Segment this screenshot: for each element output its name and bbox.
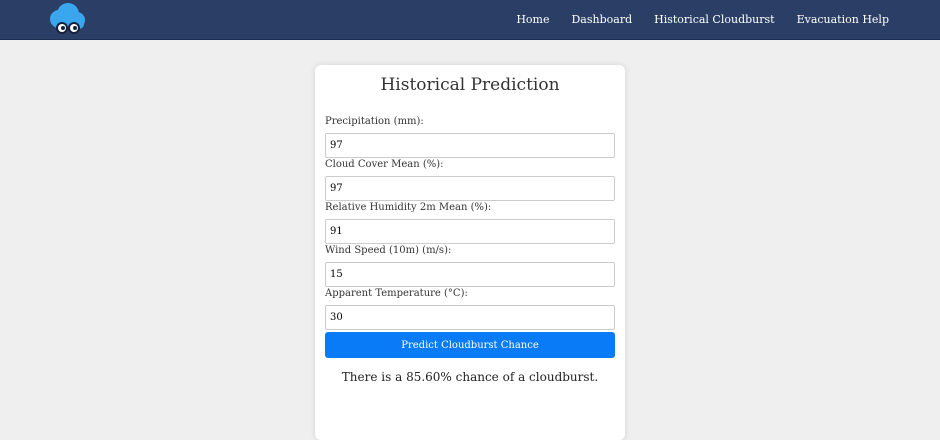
nav-link-evacuation-help[interactable]: Evacuation Help [786, 0, 940, 40]
predict-button[interactable]: Predict Cloudburst Chance [325, 332, 615, 358]
wind-speed-input[interactable] [325, 262, 615, 287]
precipitation-label: Precipitation (mm): [325, 116, 424, 127]
nav-link-historical-cloudburst[interactable]: Historical Cloudburst [643, 0, 785, 40]
nav-links: Home Dashboard Historical Cloudburst Eva… [505, 0, 940, 40]
humidity-field-group: Relative Humidity 2m Mean (%): [325, 202, 615, 244]
apparent-temperature-input[interactable] [325, 305, 615, 330]
cloud-logo-icon[interactable] [44, 2, 90, 36]
wind-speed-label: Wind Speed (10m) (m/s): [325, 245, 452, 256]
wind-speed-field-group: Wind Speed (10m) (m/s): [325, 245, 615, 287]
cloud-cover-label: Cloud Cover Mean (%): [325, 159, 444, 170]
apparent-temperature-field-group: Apparent Temperature (°C): [325, 288, 615, 330]
prediction-result: There is a 85.60% chance of a cloudburst… [341, 370, 599, 384]
cloud-cover-field-group: Cloud Cover Mean (%): [325, 159, 615, 201]
card-title: Historical Prediction [380, 75, 560, 95]
nav-link-home[interactable]: Home [505, 0, 560, 40]
apparent-temperature-label: Apparent Temperature (°C): [325, 288, 468, 299]
navbar: Home Dashboard Historical Cloudburst Eva… [0, 0, 940, 40]
precipitation-field-group: Precipitation (mm): [325, 116, 615, 158]
humidity-input[interactable] [325, 219, 615, 244]
humidity-label: Relative Humidity 2m Mean (%): [325, 202, 492, 213]
nav-link-dashboard[interactable]: Dashboard [560, 0, 643, 40]
precipitation-input[interactable] [325, 133, 615, 158]
prediction-card: Historical Prediction Precipitation (mm)… [315, 65, 625, 440]
cloud-cover-input[interactable] [325, 176, 615, 201]
